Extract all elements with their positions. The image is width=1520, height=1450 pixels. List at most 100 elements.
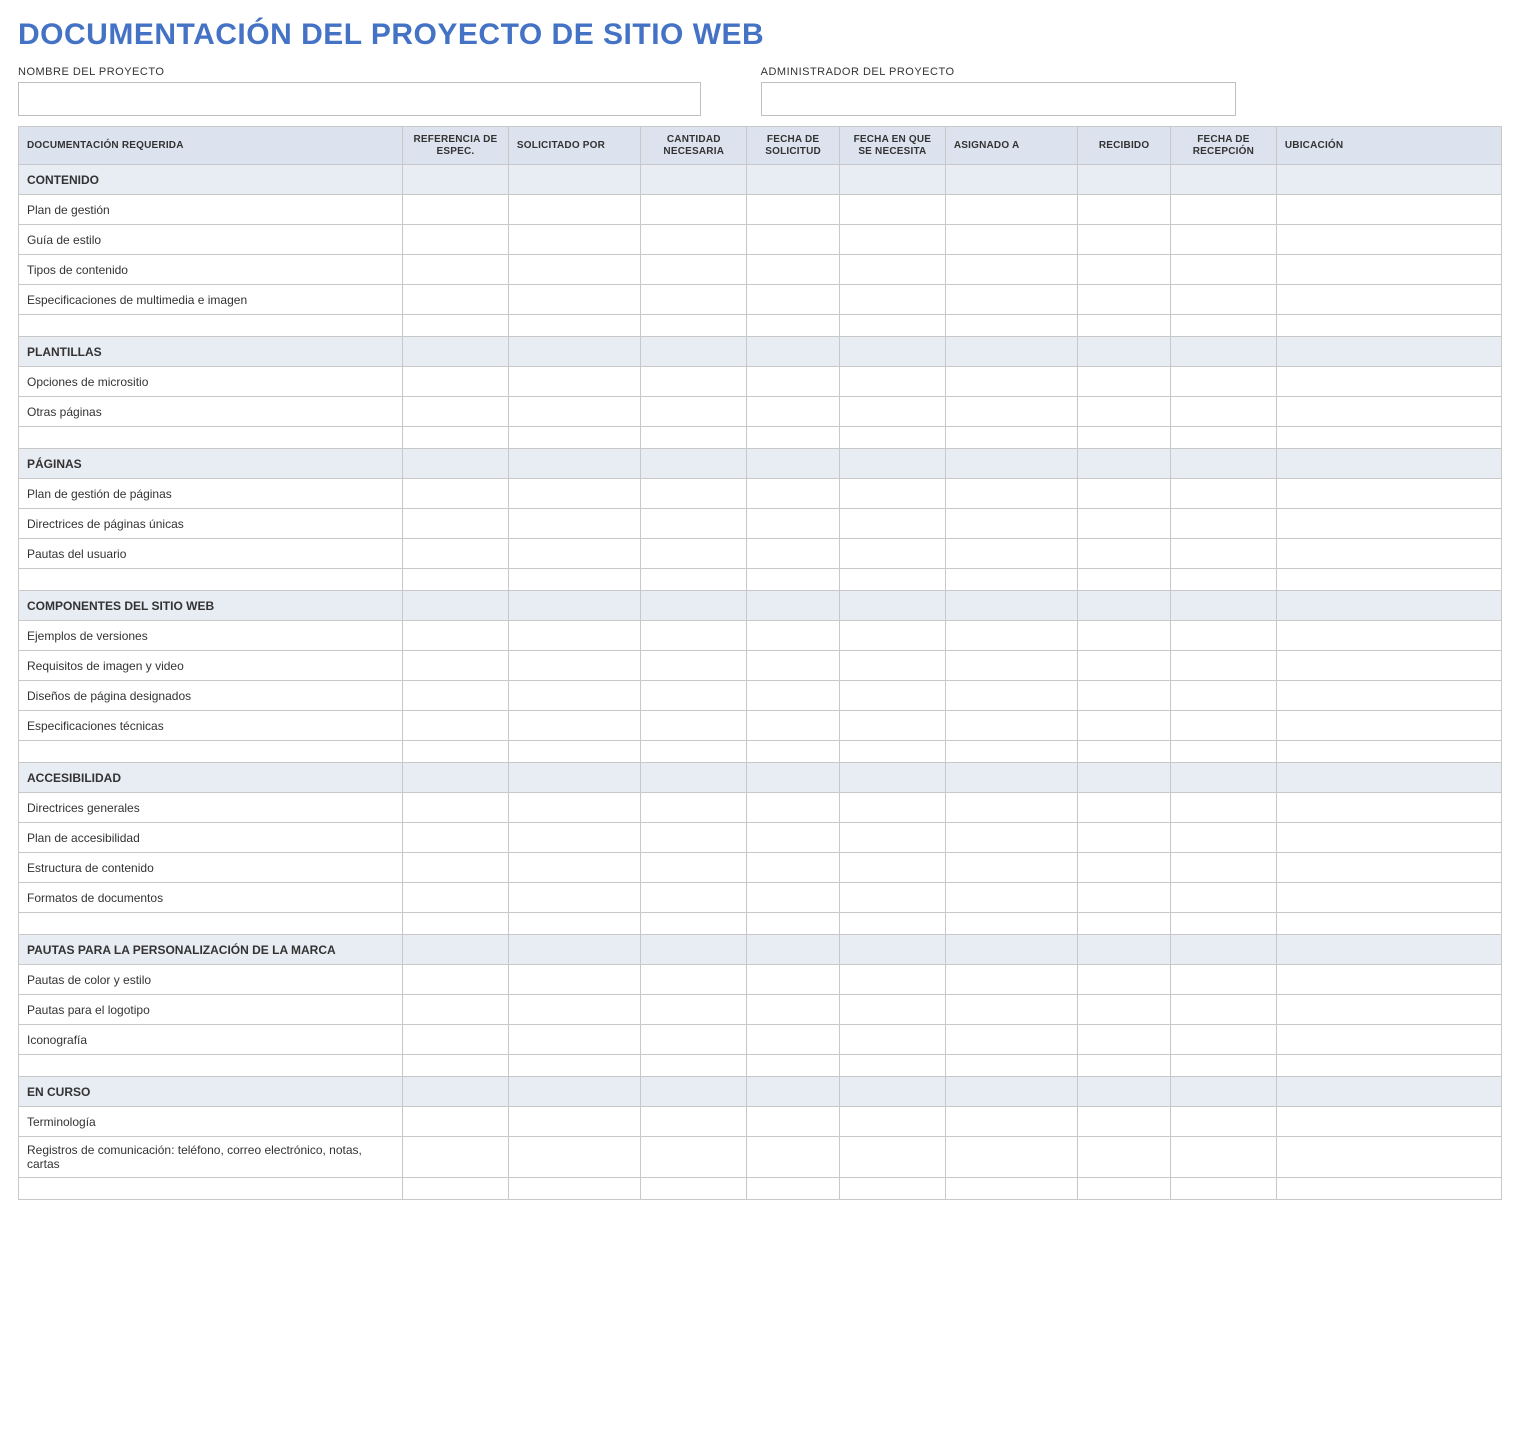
cell[interactable]	[839, 711, 945, 741]
cell[interactable]	[402, 225, 508, 255]
cell[interactable]	[402, 913, 508, 935]
cell[interactable]	[402, 793, 508, 823]
cell[interactable]	[1170, 539, 1276, 569]
cell[interactable]	[747, 1137, 840, 1178]
cell[interactable]	[747, 397, 840, 427]
cell[interactable]	[839, 965, 945, 995]
cell[interactable]	[839, 195, 945, 225]
cell[interactable]	[641, 853, 747, 883]
cell[interactable]	[402, 195, 508, 225]
cell[interactable]	[402, 823, 508, 853]
cell[interactable]	[747, 1025, 840, 1055]
cell[interactable]	[1276, 367, 1501, 397]
cell[interactable]	[1170, 225, 1276, 255]
cell[interactable]	[641, 255, 747, 285]
cell[interactable]	[747, 569, 840, 591]
cell[interactable]	[839, 651, 945, 681]
cell[interactable]	[19, 315, 403, 337]
cell[interactable]	[641, 427, 747, 449]
cell[interactable]	[641, 681, 747, 711]
cell[interactable]	[1170, 995, 1276, 1025]
cell[interactable]	[1078, 1178, 1171, 1200]
cell[interactable]	[1078, 427, 1171, 449]
cell[interactable]	[839, 1055, 945, 1077]
cell[interactable]	[1276, 1137, 1501, 1178]
cell[interactable]	[641, 741, 747, 763]
cell[interactable]	[1170, 1025, 1276, 1055]
cell[interactable]	[1170, 741, 1276, 763]
cell[interactable]	[1276, 1107, 1501, 1137]
cell[interactable]	[747, 539, 840, 569]
cell[interactable]	[1276, 539, 1501, 569]
cell[interactable]	[945, 741, 1077, 763]
cell[interactable]	[1078, 479, 1171, 509]
cell[interactable]	[945, 397, 1077, 427]
cell[interactable]	[945, 479, 1077, 509]
cell[interactable]	[1170, 965, 1276, 995]
cell[interactable]	[747, 427, 840, 449]
cell[interactable]	[1078, 681, 1171, 711]
cell[interactable]	[508, 285, 640, 315]
cell[interactable]	[641, 397, 747, 427]
cell[interactable]	[508, 225, 640, 255]
cell[interactable]	[945, 1107, 1077, 1137]
cell[interactable]	[1078, 823, 1171, 853]
cell[interactable]	[747, 883, 840, 913]
cell[interactable]	[19, 1178, 403, 1200]
cell[interactable]	[945, 225, 1077, 255]
cell[interactable]	[1170, 1107, 1276, 1137]
cell[interactable]	[641, 995, 747, 1025]
cell[interactable]	[1170, 397, 1276, 427]
cell[interactable]	[508, 315, 640, 337]
cell[interactable]	[1078, 539, 1171, 569]
cell[interactable]	[402, 255, 508, 285]
cell[interactable]	[945, 255, 1077, 285]
cell[interactable]	[945, 823, 1077, 853]
cell[interactable]	[1078, 1025, 1171, 1055]
cell[interactable]	[945, 367, 1077, 397]
cell[interactable]	[747, 367, 840, 397]
cell[interactable]	[508, 621, 640, 651]
project-name-input[interactable]	[18, 82, 701, 116]
cell[interactable]	[1078, 195, 1171, 225]
cell[interactable]	[1078, 1055, 1171, 1077]
cell[interactable]	[508, 427, 640, 449]
cell[interactable]	[402, 427, 508, 449]
cell[interactable]	[839, 793, 945, 823]
project-admin-input[interactable]	[761, 82, 1236, 116]
cell[interactable]	[508, 853, 640, 883]
cell[interactable]	[945, 1055, 1077, 1077]
cell[interactable]	[1170, 1137, 1276, 1178]
cell[interactable]	[747, 1178, 840, 1200]
cell[interactable]	[1276, 913, 1501, 935]
cell[interactable]	[1276, 995, 1501, 1025]
cell[interactable]	[19, 741, 403, 763]
cell[interactable]	[945, 853, 1077, 883]
cell[interactable]	[839, 255, 945, 285]
cell[interactable]	[839, 1107, 945, 1137]
cell[interactable]	[19, 427, 403, 449]
cell[interactable]	[945, 569, 1077, 591]
cell[interactable]	[1170, 621, 1276, 651]
cell[interactable]	[839, 913, 945, 935]
cell[interactable]	[1276, 621, 1501, 651]
cell[interactable]	[641, 621, 747, 651]
cell[interactable]	[508, 1107, 640, 1137]
cell[interactable]	[402, 1107, 508, 1137]
cell[interactable]	[1170, 479, 1276, 509]
cell[interactable]	[641, 569, 747, 591]
cell[interactable]	[839, 479, 945, 509]
cell[interactable]	[945, 285, 1077, 315]
cell[interactable]	[508, 913, 640, 935]
cell[interactable]	[945, 1178, 1077, 1200]
cell[interactable]	[1170, 255, 1276, 285]
cell[interactable]	[1276, 965, 1501, 995]
cell[interactable]	[747, 1055, 840, 1077]
cell[interactable]	[1170, 711, 1276, 741]
cell[interactable]	[19, 569, 403, 591]
cell[interactable]	[1078, 315, 1171, 337]
cell[interactable]	[641, 285, 747, 315]
cell[interactable]	[402, 509, 508, 539]
cell[interactable]	[1170, 681, 1276, 711]
cell[interactable]	[1170, 427, 1276, 449]
